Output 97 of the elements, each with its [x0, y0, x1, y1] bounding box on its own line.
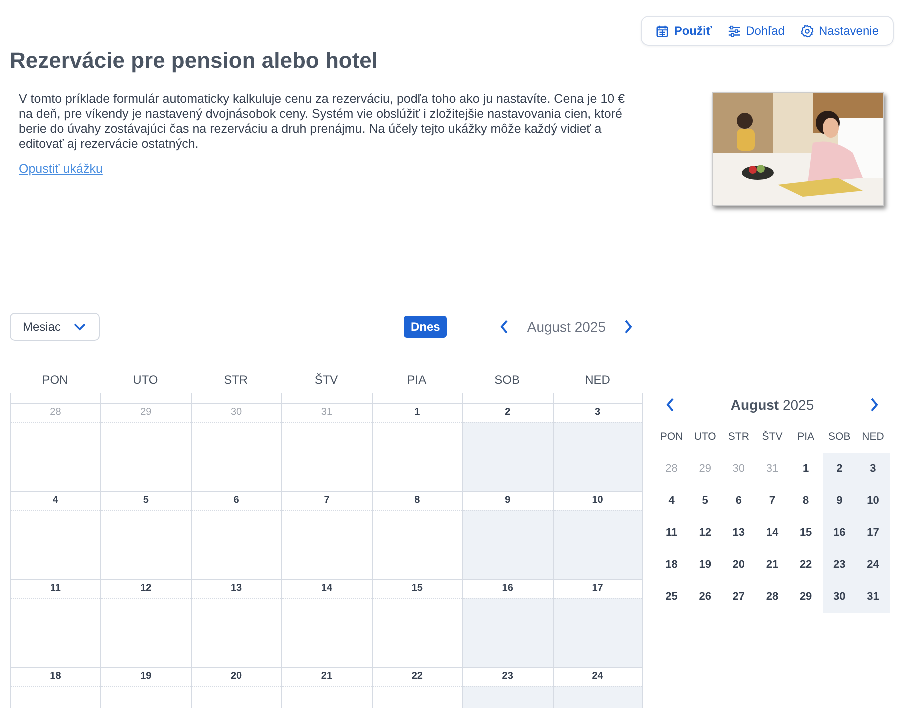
- day-cell[interactable]: 14: [281, 580, 372, 667]
- day-number[interactable]: 20: [732, 559, 746, 571]
- day-cell[interactable]: 3: [552, 404, 643, 491]
- settings-icon: [800, 24, 814, 38]
- day-number: 17: [554, 580, 642, 599]
- weekday-label: UTO: [693, 431, 718, 445]
- day-number[interactable]: 27: [732, 591, 746, 603]
- day-cell[interactable]: 12: [100, 580, 191, 667]
- weekday-header: PON: [41, 373, 70, 387]
- day-cell[interactable]: 2: [462, 404, 553, 491]
- day-number[interactable]: 29: [800, 591, 812, 603]
- day-cell[interactable]: 7: [281, 492, 372, 579]
- day-number: 21: [282, 668, 372, 687]
- day-number[interactable]: 1: [803, 463, 810, 475]
- day-cell[interactable]: 6: [190, 492, 282, 579]
- weekday-label: ŠTV: [761, 431, 784, 445]
- day-cell[interactable]: 5: [100, 492, 191, 579]
- view-select[interactable]: Mesiac: [10, 313, 100, 341]
- day-number[interactable]: 13: [732, 527, 746, 539]
- day-cell[interactable]: 19: [100, 668, 191, 708]
- today-button[interactable]: Dnes: [404, 316, 448, 338]
- day-number[interactable]: 8: [803, 495, 810, 507]
- day-number[interactable]: 5: [702, 495, 708, 507]
- page-title: Rezervácie pre pension alebo hotel: [10, 48, 380, 74]
- tab[interactable]: Použiť: [650, 20, 718, 42]
- day-number[interactable]: 26: [699, 591, 712, 603]
- day-number: 31: [282, 404, 372, 423]
- day-number[interactable]: 11: [666, 527, 678, 539]
- day-number[interactable]: 9: [836, 495, 843, 507]
- day-cell[interactable]: 9: [462, 492, 553, 579]
- description: V tomto príklade formulár automaticky kalkuluje cenu za rezerváciu, podľa toho ako ju nastavíte. Cena je 10 € na deň, pre víkendy je nastavený dvojnásobok ceny. Systém vie obslúžiť i zložitejšie nastavovania cien, ktoré berie do úvahy zostávajúci čas na rezerváciu a druh prenájmu. Na účely tejto ukážky môže každý vidieť a editovať aj rezervácie ostatných.: [19, 92, 626, 152]
- weekday-header: ŠTV: [314, 373, 340, 387]
- day-cell[interactable]: 23: [462, 668, 553, 708]
- day-cell[interactable]: 24: [552, 668, 643, 708]
- day-number[interactable]: 10: [867, 495, 880, 507]
- day-number[interactable]: 22: [800, 559, 812, 571]
- day-number[interactable]: 28: [766, 591, 779, 603]
- weekday-header: STR: [223, 373, 250, 387]
- day-number: 19: [101, 668, 191, 687]
- day-number: 3: [554, 404, 642, 423]
- day-number[interactable]: 31: [867, 591, 880, 603]
- weekday-header: NED: [584, 373, 612, 387]
- weekday-label: PON: [659, 431, 684, 445]
- weekday-label: STR: [727, 431, 750, 445]
- day-number[interactable]: 14: [766, 527, 779, 539]
- day-cell[interactable]: 11: [10, 580, 100, 667]
- day-number[interactable]: 3: [870, 463, 876, 475]
- day-number[interactable]: 17: [867, 527, 880, 539]
- day-number[interactable]: 6: [736, 495, 742, 507]
- day-cell[interactable]: 10: [552, 492, 643, 579]
- weekday-label: NED: [861, 431, 886, 445]
- day-number: 20: [192, 668, 282, 687]
- day-number[interactable]: 24: [867, 559, 880, 571]
- day-cell[interactable]: 17: [552, 580, 643, 667]
- day-number: 12: [101, 580, 191, 599]
- weekday-header: UTO: [132, 373, 160, 387]
- day-cell[interactable]: 16: [462, 580, 553, 667]
- weekday-header: SOB: [494, 373, 522, 387]
- day-number: 29: [101, 404, 191, 423]
- tab[interactable]: Dohľad: [722, 20, 791, 42]
- day-number: 24: [554, 668, 642, 687]
- day-number: 6: [192, 492, 282, 511]
- day-number[interactable]: 7: [769, 495, 776, 507]
- calendar-icon: [656, 24, 670, 38]
- day-number[interactable]: 4: [668, 495, 675, 507]
- day-number[interactable]: 21: [766, 559, 779, 571]
- day-number[interactable]: 12: [699, 527, 712, 539]
- day-number[interactable]: 18: [666, 559, 678, 571]
- sliders-icon: [728, 24, 742, 38]
- day-cell[interactable]: 4: [10, 492, 100, 579]
- day-number: 13: [192, 580, 282, 599]
- day-number[interactable]: 23: [834, 559, 846, 571]
- weekday-label: PIA: [796, 431, 816, 445]
- day-number[interactable]: 2: [836, 463, 843, 475]
- day-number: 4: [11, 492, 100, 511]
- day-number: 28: [11, 404, 100, 423]
- day-number: 7: [282, 492, 372, 511]
- month-title: August 2025: [730, 397, 814, 413]
- day-number[interactable]: 30: [834, 591, 846, 603]
- day-number: 18: [11, 668, 100, 687]
- day-number[interactable]: 19: [699, 559, 712, 571]
- period-label: August 2025: [527, 319, 606, 335]
- weekday-header: PIA: [406, 373, 428, 387]
- weekday-label: SOB: [828, 431, 852, 445]
- day-number[interactable]: 15: [800, 527, 812, 539]
- day-cell[interactable]: 18: [10, 668, 100, 708]
- day-cell[interactable]: 20: [190, 668, 282, 708]
- day-cell[interactable]: 21: [281, 668, 372, 708]
- day-number: 30: [192, 404, 282, 423]
- day-number[interactable]: 25: [666, 591, 678, 603]
- day-number: 14: [282, 580, 372, 599]
- day-number: 11: [11, 580, 100, 599]
- day-number: 10: [554, 492, 642, 511]
- tab[interactable]: Nastavenie: [794, 20, 885, 42]
- day-cell[interactable]: 13: [190, 580, 282, 667]
- day-number: 5: [101, 492, 191, 511]
- day-number[interactable]: 16: [834, 527, 846, 539]
